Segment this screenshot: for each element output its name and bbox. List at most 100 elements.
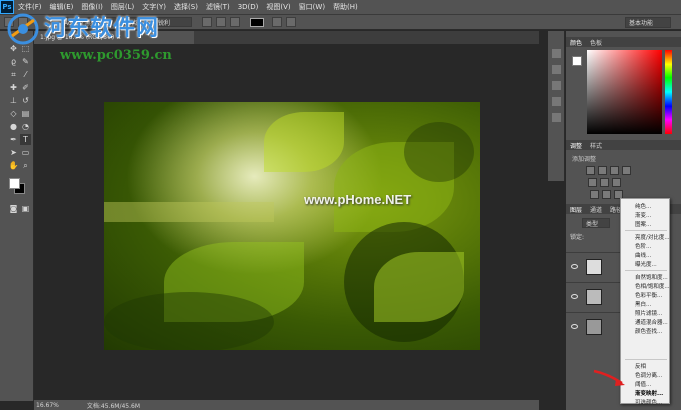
menu-invert[interactable]: 反相 xyxy=(635,362,646,370)
blur-tool-icon[interactable]: ● xyxy=(8,121,19,132)
menu-window[interactable]: 窗口(W) xyxy=(295,2,329,12)
text-color-swatch[interactable] xyxy=(250,17,264,27)
tab-styles[interactable]: 样式 xyxy=(590,141,602,150)
menu-color-balance[interactable]: 色彩平衡... xyxy=(635,291,662,299)
menu-help[interactable]: 帮助(H) xyxy=(329,2,362,12)
menu-threshold[interactable]: 阈值... xyxy=(635,380,651,388)
menu-color-lookup[interactable]: 颜色查找... xyxy=(635,327,662,335)
menu-vibrance[interactable]: 自然饱和度... xyxy=(635,273,668,281)
tab-color[interactable]: 颜色 xyxy=(570,38,582,47)
menu-levels[interactable]: 色阶... xyxy=(635,242,651,250)
tab-channels[interactable]: 通道 xyxy=(590,205,602,214)
posterize-icon[interactable] xyxy=(602,190,611,199)
zoom-tool-icon[interactable]: ⌕ xyxy=(20,160,31,171)
visibility-eye-icon[interactable] xyxy=(571,264,578,269)
align-right-icon[interactable] xyxy=(230,17,240,27)
menu-3d[interactable]: 3D(D) xyxy=(234,3,263,11)
lasso-tool-icon[interactable]: ϱ xyxy=(8,56,19,67)
eyedropper-tool-icon[interactable]: ⁄ xyxy=(20,69,31,80)
menu-black-white[interactable]: 黑白... xyxy=(635,300,651,308)
tab-adjustments[interactable]: 调整 xyxy=(570,141,582,150)
actions-panel-icon[interactable] xyxy=(552,65,561,74)
document-info[interactable]: 文档:45.6M/45.6M xyxy=(87,401,140,410)
layer-row[interactable] xyxy=(566,312,626,342)
zoom-level[interactable]: 16.67% xyxy=(36,402,59,409)
layer-filter-select[interactable]: 类型 xyxy=(582,218,610,228)
character-panel-icon[interactable] xyxy=(552,97,561,106)
fg-color-swatch[interactable] xyxy=(572,56,582,66)
menu-solid-color[interactable]: 纯色... xyxy=(635,202,651,210)
hand-tool-icon[interactable]: ✋ xyxy=(8,160,19,171)
character-panel-icon[interactable] xyxy=(286,17,296,27)
workspace-select[interactable]: 基本功能 xyxy=(625,17,671,28)
layer-thumbnail xyxy=(586,289,602,305)
image-watermark: www.pHome.NET xyxy=(304,192,412,207)
healing-brush-icon[interactable]: ✚ xyxy=(8,82,19,93)
tab-swatches[interactable]: 色板 xyxy=(590,38,602,47)
color-balance-icon[interactable] xyxy=(612,178,621,187)
annotation-arrow-icon xyxy=(593,369,625,386)
dodge-tool-icon[interactable]: ◔ xyxy=(20,121,31,132)
levels-icon[interactable] xyxy=(598,166,607,175)
hue-slider[interactable] xyxy=(665,50,672,134)
visibility-eye-icon[interactable] xyxy=(571,294,578,299)
vibrance-icon[interactable] xyxy=(588,178,597,187)
history-brush-icon[interactable]: ↺ xyxy=(20,95,31,106)
exposure-icon[interactable] xyxy=(622,166,631,175)
panel-dock-icons xyxy=(548,31,565,181)
curves-icon[interactable] xyxy=(610,166,619,175)
screen-mode-icon[interactable]: ▣ xyxy=(20,203,31,214)
hue-saturation-icon[interactable] xyxy=(600,178,609,187)
menu-select[interactable]: 选择(S) xyxy=(170,2,202,12)
menu-exposure[interactable]: 曝光度... xyxy=(635,260,657,268)
paragraph-panel-icon[interactable] xyxy=(552,113,561,122)
add-adjustment-label: 添加调整 xyxy=(572,156,597,163)
eraser-tool-icon[interactable]: ◇ xyxy=(8,108,19,119)
quick-mask-icon[interactable]: ◙ xyxy=(8,203,19,214)
adjustments-panel-tabs: 调整 样式 xyxy=(566,140,681,150)
menu-gradient[interactable]: 渐变... xyxy=(635,211,651,219)
crop-tool-icon[interactable]: ⌗ xyxy=(8,69,19,80)
layer-row[interactable] xyxy=(566,282,626,312)
antialias-select[interactable]: 锐利 xyxy=(154,17,192,27)
document-image[interactable]: www.pHome.NET xyxy=(104,102,480,350)
rectangle-tool-icon[interactable]: ▭ xyxy=(20,147,31,158)
color-picker-field[interactable] xyxy=(587,50,662,134)
quick-select-tool-icon[interactable]: ✎ xyxy=(20,56,31,67)
menu-channel-mixer[interactable]: 通道混合器... xyxy=(635,318,668,326)
menu-separator xyxy=(625,359,667,360)
foreground-color[interactable] xyxy=(9,178,20,189)
pen-tool-icon[interactable]: ✒ xyxy=(8,134,19,145)
properties-panel-icon[interactable] xyxy=(552,81,561,90)
menu-pattern[interactable]: 图案... xyxy=(635,220,651,228)
brush-tool-icon[interactable]: ✐ xyxy=(20,82,31,93)
menu-view[interactable]: 视图(V) xyxy=(262,2,294,12)
type-tool-icon[interactable]: T xyxy=(20,134,31,145)
menu-selective-color[interactable]: 可选颜色... xyxy=(635,398,662,406)
invert-icon[interactable] xyxy=(590,190,599,199)
menu-posterize[interactable]: 色调分离... xyxy=(635,371,662,379)
site-name-watermark: 河东软件网 xyxy=(44,16,160,41)
layer-row[interactable] xyxy=(566,252,626,282)
site-url-watermark: www.pc0359.cn xyxy=(60,48,172,63)
brightness-icon[interactable] xyxy=(586,166,595,175)
tab-layers[interactable]: 图层 xyxy=(570,205,582,214)
visibility-eye-icon[interactable] xyxy=(571,324,578,329)
menu-gradient-map[interactable]: 渐变映射... xyxy=(635,389,663,397)
menu-curves[interactable]: 曲线... xyxy=(635,251,651,259)
align-left-icon[interactable] xyxy=(202,17,212,27)
align-center-icon[interactable] xyxy=(216,17,226,27)
warp-text-icon[interactable] xyxy=(272,17,282,27)
status-bar: 16.67% 文档:45.6M/45.6M xyxy=(34,400,539,410)
menu-photo-filter[interactable]: 照片滤镜... xyxy=(635,309,662,317)
gradient-tool-icon[interactable]: ▤ xyxy=(20,108,31,119)
menu-brightness-contrast[interactable]: 亮度/对比度... xyxy=(635,233,670,241)
menu-file[interactable]: 文件(F) xyxy=(14,2,46,12)
menu-hue-saturation[interactable]: 色相/饱和度... xyxy=(635,282,670,290)
layer-thumbnail xyxy=(586,319,602,335)
history-panel-icon[interactable] xyxy=(552,49,561,58)
clone-stamp-icon[interactable]: ⊥ xyxy=(8,95,19,106)
canvas-area[interactable]: www.pHome.NET xyxy=(34,44,539,400)
menu-filter[interactable]: 滤镜(T) xyxy=(202,2,234,12)
path-select-icon[interactable]: ➤ xyxy=(8,147,19,158)
